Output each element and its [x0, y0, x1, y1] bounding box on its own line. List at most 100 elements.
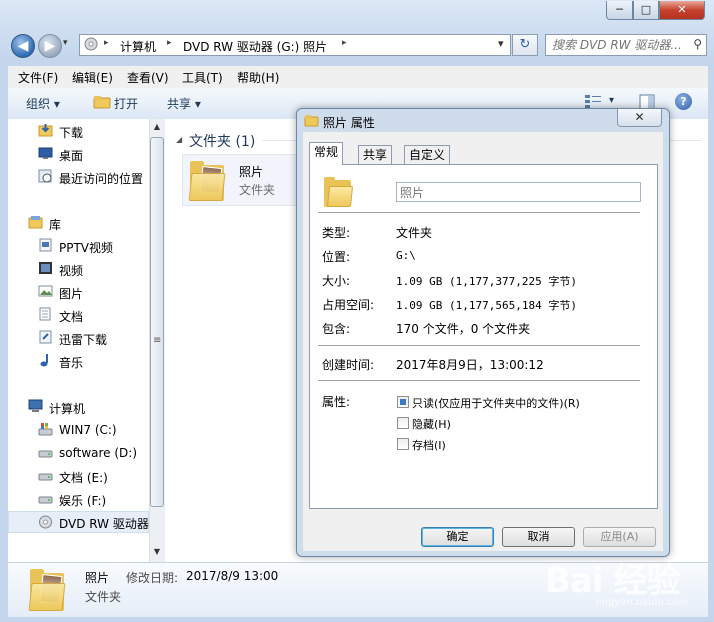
forward-button[interactable]: ▶ — [38, 34, 62, 58]
sidebar-item-label: PPTV视频 — [59, 241, 114, 255]
hidden-checkbox[interactable] — [397, 417, 409, 429]
breadcrumb-computer[interactable]: 计算机 — [120, 38, 156, 55]
hidden-checkbox-label[interactable]: 隐藏(H) — [412, 416, 451, 432]
address-bar[interactable]: ▸ 计算机 ▸ DVD RW 驱动器 (G:) 照片 ▸ ▾ — [79, 34, 511, 56]
library-icon — [28, 215, 43, 229]
sidebar-item-desktop[interactable]: 桌面 — [8, 143, 149, 165]
desktop-icon — [38, 146, 53, 160]
sidebar-item-drive-d[interactable]: software (D:) — [8, 442, 149, 464]
sidebar-item-thunder-download[interactable]: 迅雷下载 — [8, 327, 149, 349]
prop-contains-value: 170 个文件，0 个文件夹 — [396, 322, 531, 336]
sidebar-item-music[interactable]: 音乐 — [8, 350, 149, 372]
scroll-up-arrow[interactable]: ▲ — [150, 122, 164, 131]
dialog-title: 照片 属性 — [323, 116, 375, 130]
baidu-watermark-url: jingyan.baidu.com — [596, 597, 689, 608]
details-modified-label: 修改日期: — [126, 571, 179, 585]
documents-icon — [38, 307, 53, 321]
share-button[interactable]: 共享 ▾ — [167, 95, 201, 112]
thunder-download-icon — [38, 330, 53, 344]
refresh-button[interactable]: ↻ — [512, 34, 538, 56]
apply-button[interactable]: 应用(A) — [583, 527, 656, 547]
sidebar-item-videos[interactable]: 视频 — [8, 258, 149, 280]
tab-sharing[interactable]: 共享 — [358, 145, 393, 164]
back-button[interactable]: ◀ — [11, 34, 35, 58]
sidebar-item-drive-e[interactable]: 文档 (E:) — [8, 465, 149, 487]
divider — [318, 212, 640, 214]
sidebar-item-drive-c[interactable]: WIN7 (C:) — [8, 419, 149, 441]
search-input[interactable] — [552, 36, 688, 54]
organize-button[interactable]: 组织 ▾ — [26, 95, 60, 112]
recent-places-icon — [38, 169, 53, 183]
ok-button[interactable]: 确定 — [421, 527, 494, 547]
menu-view[interactable]: 查看(V) — [127, 69, 169, 86]
close-window-button[interactable]: ✕ — [659, 1, 705, 20]
breadcrumb-separator: ▸ — [167, 38, 172, 48]
prop-attributes-label: 属性: — [322, 395, 351, 409]
folder-icon — [322, 175, 354, 209]
prop-size-on-disk-label: 占用空间: — [322, 298, 375, 312]
breadcrumb-separator: ▸ — [342, 38, 347, 48]
sidebar-item-label: software (D:) — [59, 446, 137, 460]
sidebar-item-label: 桌面 — [59, 149, 84, 163]
prop-location-label: 位置: — [322, 250, 351, 264]
sidebar-item-recent-places[interactable]: 最近访问的位置 — [8, 166, 149, 188]
dialog-close-button[interactable]: ✕ — [617, 109, 662, 127]
sidebar-item-label: 计算机 — [49, 402, 86, 416]
help-button[interactable]: ? — [675, 93, 692, 110]
cancel-button[interactable]: 取消 — [502, 527, 575, 547]
menu-help[interactable]: 帮助(H) — [237, 69, 279, 86]
sidebar-item-downloads[interactable]: 下载 — [8, 120, 149, 142]
details-name: 照片 — [85, 571, 110, 585]
sidebar-item-drive-f[interactable]: 娱乐 (F:) — [8, 488, 149, 510]
prop-contains-label: 包含: — [322, 322, 351, 336]
readonly-checkbox[interactable] — [397, 396, 409, 408]
readonly-checkbox-label[interactable]: 只读(仅应用于文件夹中的文件)(R) — [412, 395, 580, 411]
views-dropdown[interactable]: ▾ — [609, 95, 614, 106]
archive-checkbox[interactable] — [397, 438, 409, 450]
prop-size-on-disk-value: 1.09 GB (1,177,565,184 字节) — [396, 299, 577, 312]
menu-file[interactable]: 文件(F) — [18, 69, 58, 86]
search-icon[interactable]: ⚲ — [693, 37, 702, 51]
group-header[interactable]: 文件夹 (1) — [189, 131, 255, 151]
maximize-button[interactable]: □ — [633, 1, 659, 20]
folder-icon — [304, 113, 319, 130]
scrollbar-thumb[interactable]: ≡ — [150, 137, 164, 507]
search-box[interactable]: ⚲ — [545, 34, 707, 56]
system-drive-icon — [38, 422, 53, 436]
scroll-grip-icon: ≡ — [153, 335, 162, 346]
pictures-icon — [38, 284, 53, 298]
tab-customize[interactable]: 自定义 — [404, 145, 451, 164]
sidebar-item-pictures[interactable]: 图片 — [8, 281, 149, 303]
details-modified-value: 2017/8/9 13:00 — [186, 569, 279, 583]
scroll-down-arrow[interactable]: ▼ — [150, 547, 164, 556]
sidebar-item-label: 迅雷下载 — [59, 333, 108, 347]
sidebar-item-dvd-drive[interactable]: DVD RW 驱动器 — [8, 511, 149, 533]
sidebar-item-libraries[interactable]: 库 — [8, 212, 149, 234]
navigation-pane: 下载 桌面 最近访问的位置 库 PPTV视频 视频 图片 文档 迅雷下载 音乐 … — [8, 119, 149, 562]
archive-checkbox-label[interactable]: 存档(I) — [412, 437, 446, 453]
minimize-button[interactable]: ─ — [606, 1, 633, 20]
collapse-group-icon[interactable]: ◢ — [176, 135, 182, 144]
sidebar-item-label: 下载 — [59, 126, 84, 140]
recent-pages-dropdown[interactable]: ▾ — [63, 38, 68, 48]
sidebar-item-pptv[interactable]: PPTV视频 — [8, 235, 149, 257]
breadcrumb-dvd-drive[interactable]: DVD RW 驱动器 (G:) 照片 — [183, 38, 327, 55]
sidebar-item-label: 视频 — [59, 264, 84, 278]
sidebar-item-computer[interactable]: 计算机 — [8, 396, 149, 418]
folder-name-field[interactable] — [396, 182, 641, 202]
drive-icon — [38, 445, 53, 459]
video-library-icon — [38, 238, 53, 252]
sidebar-item-label: 文档 — [59, 310, 84, 324]
sidebar-item-documents[interactable]: 文档 — [8, 304, 149, 326]
sidebar-item-label: WIN7 (C:) — [59, 423, 117, 437]
prop-size-label: 大小: — [322, 274, 351, 288]
address-history-dropdown[interactable]: ▾ — [498, 37, 504, 50]
open-button[interactable]: 打开 — [114, 95, 138, 112]
folder-tile-photos[interactable]: 照片 文件夹 — [182, 154, 302, 206]
menu-bar: 文件(F) 编辑(E) 查看(V) 工具(T) 帮助(H) — [8, 66, 708, 88]
menu-edit[interactable]: 编辑(E) — [72, 69, 113, 86]
folder-thumbnail-icon — [28, 565, 66, 613]
menu-tools[interactable]: 工具(T) — [182, 69, 223, 86]
sidebar-item-label: 图片 — [59, 287, 84, 301]
tab-general[interactable]: 常规 — [309, 142, 344, 165]
